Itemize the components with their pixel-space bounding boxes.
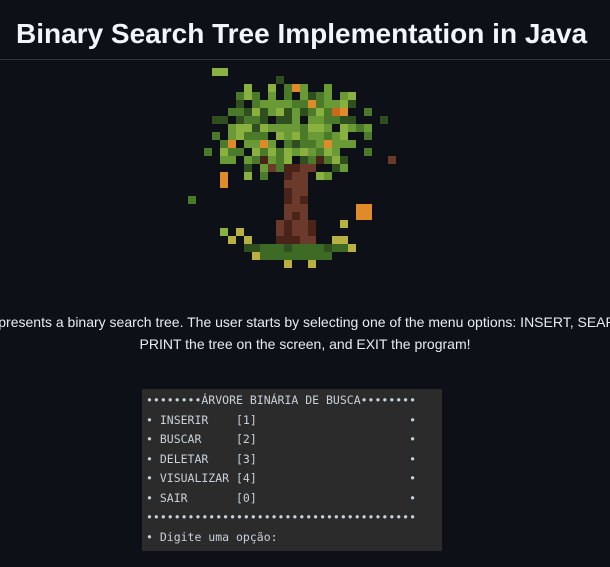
menu-header: ••••••••ÁRVORE BINÁRIA DE BUSCA•••••••• xyxy=(146,393,417,407)
menu-option-insert: • INSERIR [1] • xyxy=(146,412,417,427)
terminal-menu: ••••••••ÁRVORE BINÁRIA DE BUSCA•••••••• … xyxy=(142,389,442,551)
menu-option-search: • BUSCAR [2] • xyxy=(146,432,417,446)
menu-prompt: • Digite uma opção: xyxy=(146,529,278,544)
project-description: m represents a binary search tree. The u… xyxy=(0,314,610,352)
title-divider xyxy=(0,59,610,60)
menu-option-exit: • SAIR [0] • xyxy=(146,490,417,505)
page-title: Binary Search Tree Implementation in Jav… xyxy=(16,18,588,49)
menu-option-view: • VISUALIZAR [4] • xyxy=(146,471,417,485)
pixel-tree-icon xyxy=(188,68,396,268)
menu-separator: ••••••••••••••••••••••••••••••••••••••• xyxy=(146,510,417,524)
menu-option-delete: • DELETAR [3] • xyxy=(146,451,417,466)
